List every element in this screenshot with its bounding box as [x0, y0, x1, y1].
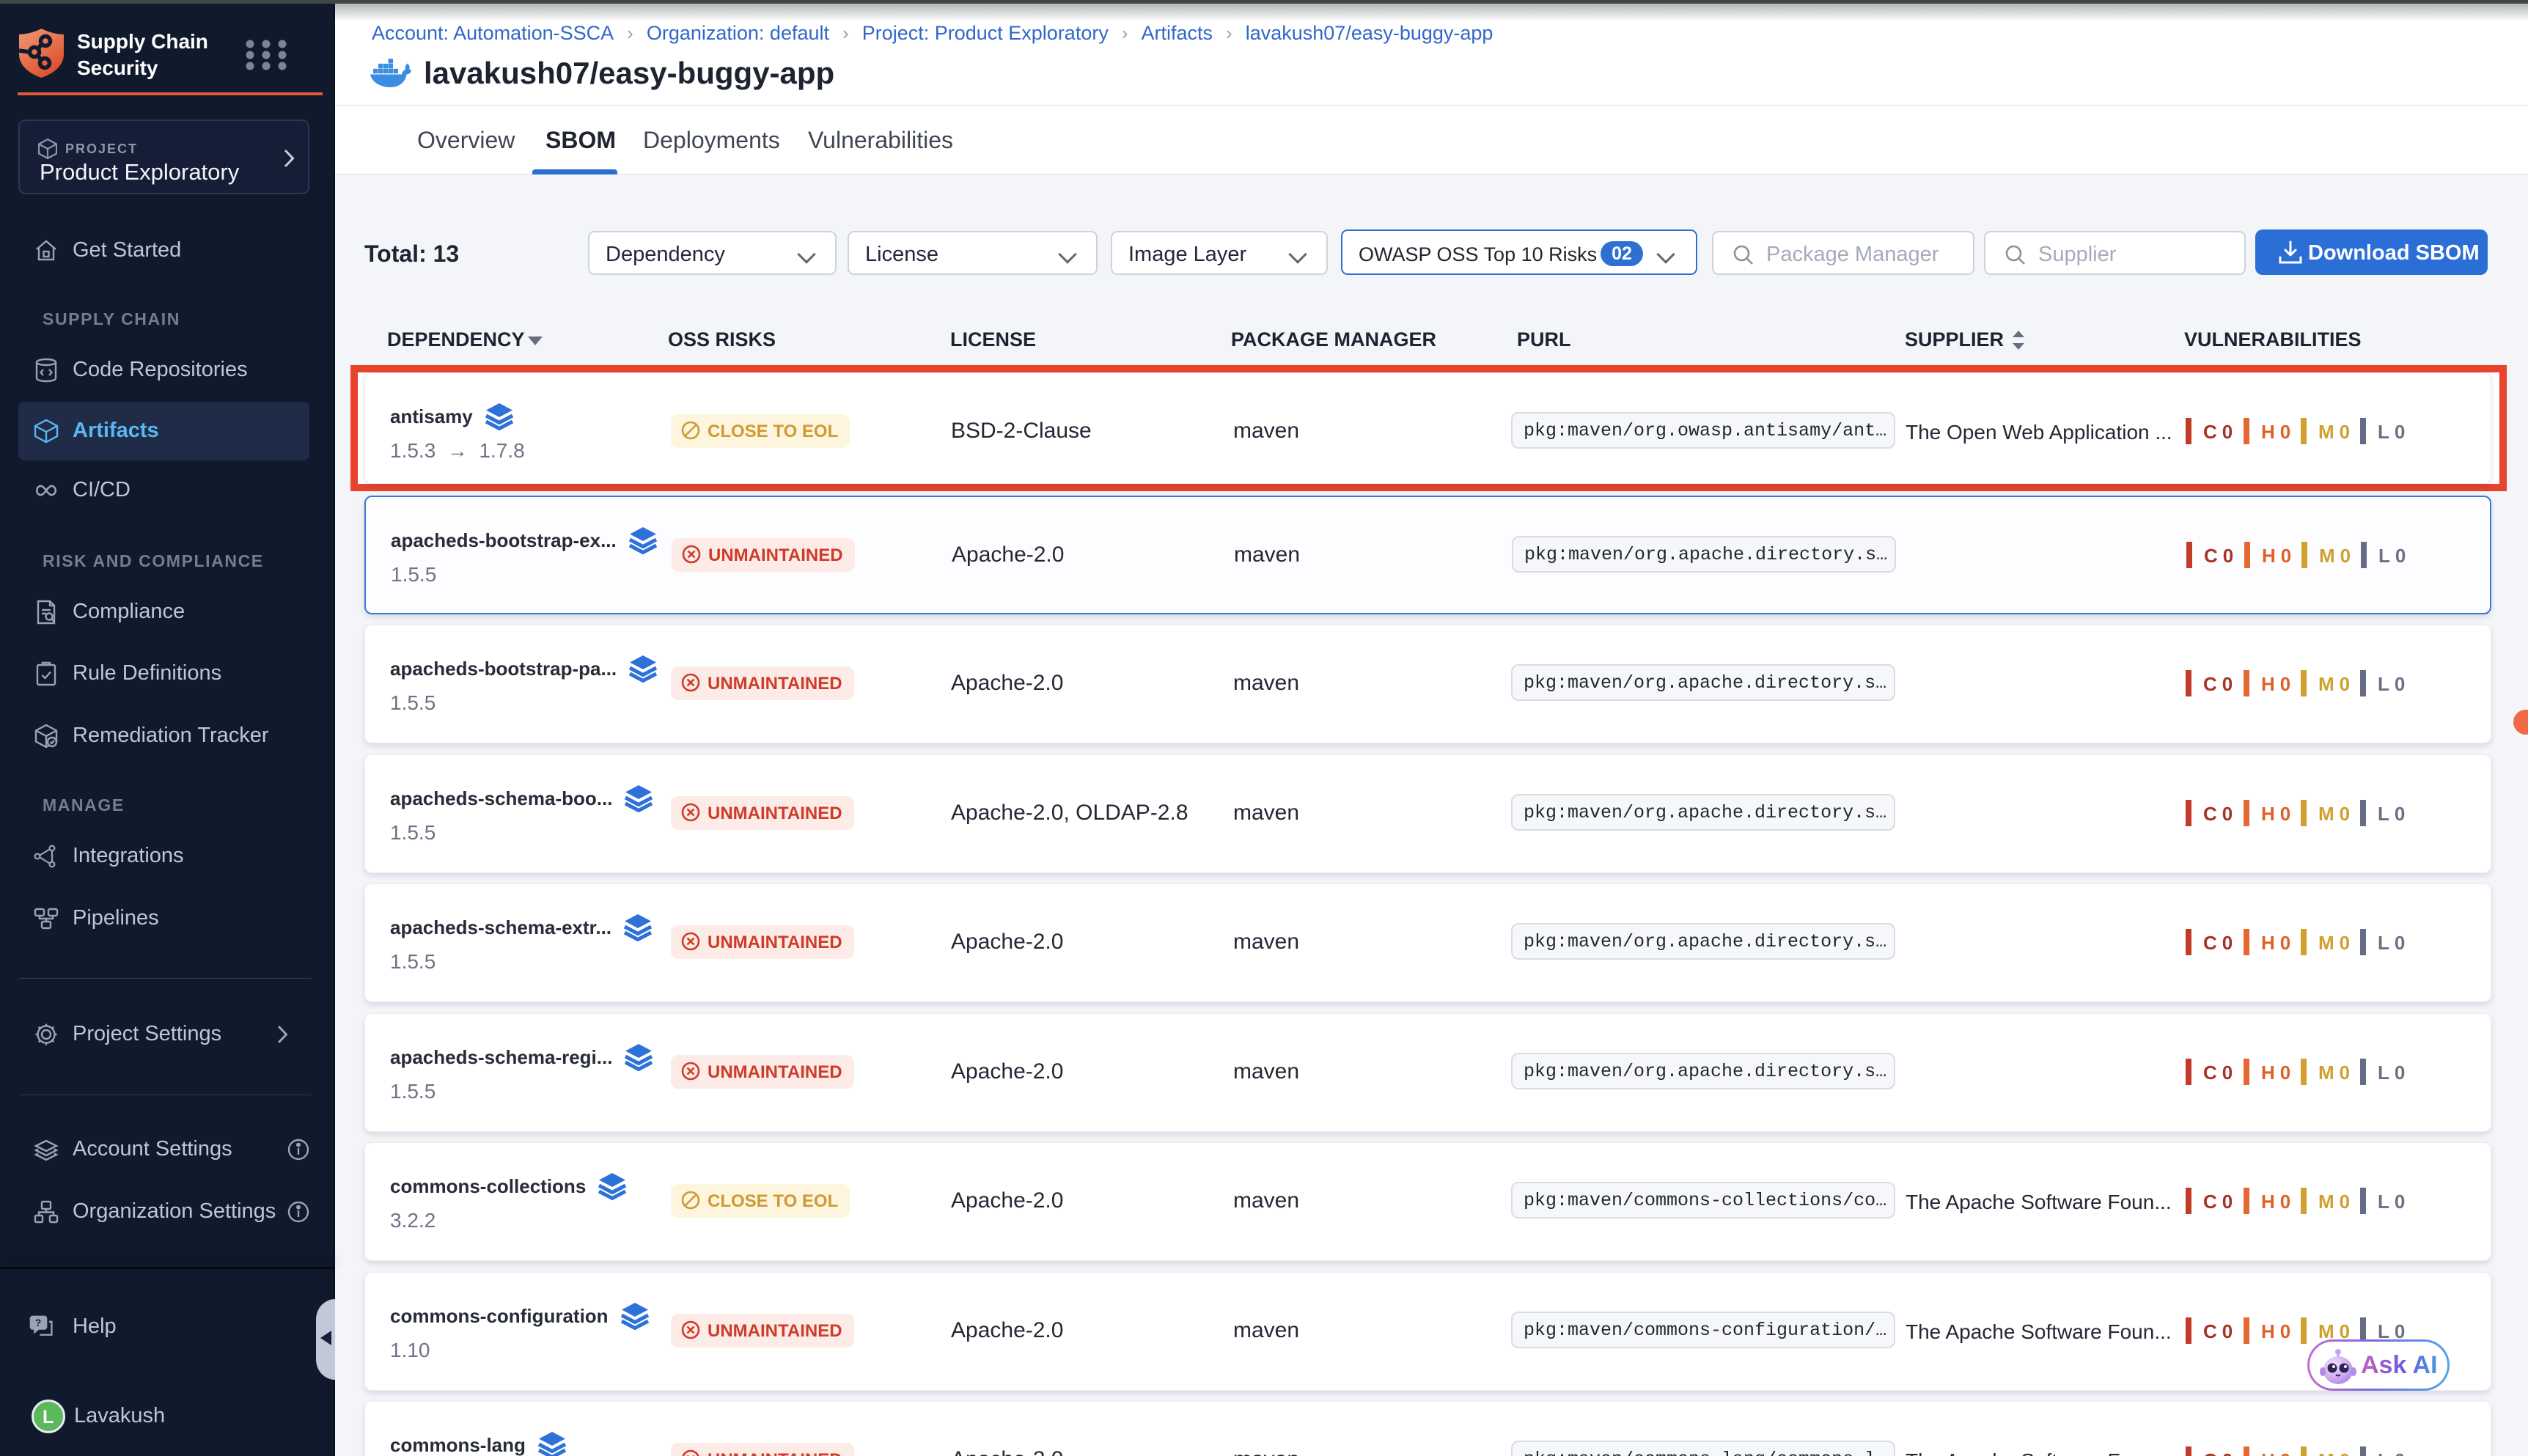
svg-text:?: ?	[35, 1317, 41, 1328]
